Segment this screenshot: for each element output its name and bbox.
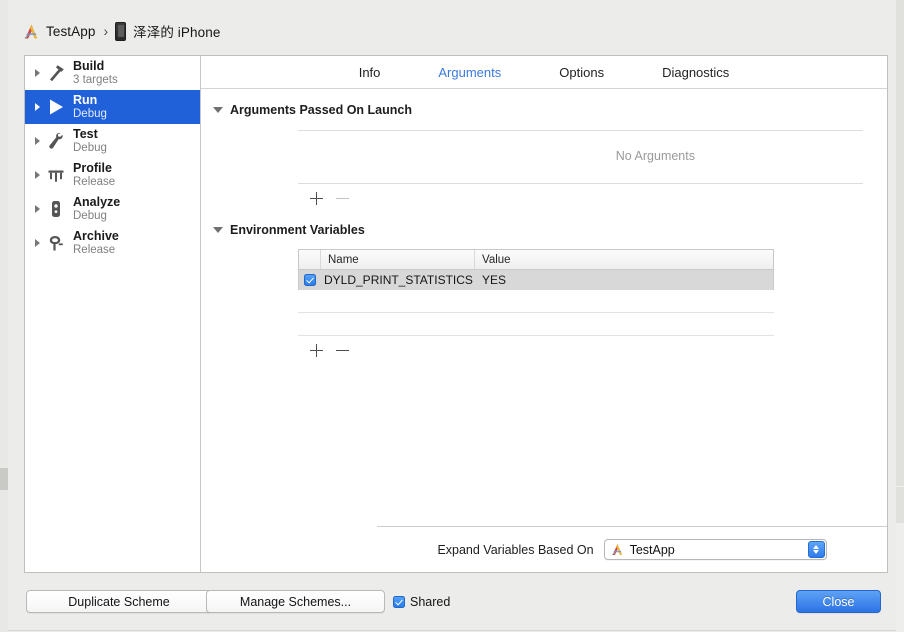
arguments-remove-button [335, 191, 350, 206]
expand-variables-label: Expand Variables Based On [437, 542, 594, 557]
row-value-cell[interactable]: YES [475, 273, 773, 287]
tab-bar: Info Arguments Options Diagnostics [201, 56, 887, 89]
bottom-hairline [8, 630, 896, 631]
shared-label: Shared [410, 594, 451, 609]
environment-table-filler [298, 290, 774, 358]
column-header-name[interactable]: Name [321, 250, 475, 269]
environment-remove-button[interactable] [335, 343, 350, 358]
arguments-add-button[interactable] [309, 191, 324, 206]
chevron-updown-icon[interactable] [807, 541, 825, 558]
environment-add-button[interactable] [309, 343, 324, 358]
table-empty-space [298, 313, 774, 335]
disclosure-triangle-icon[interactable] [35, 69, 40, 77]
scheme-action-sidebar: Build 3 targets Run Debug Test Debug Pro… [25, 56, 201, 572]
environment-section-title: Environment Variables [230, 223, 365, 237]
sidebar-item-run[interactable]: Run Debug [25, 90, 200, 124]
disclosure-triangle-icon[interactable] [35, 103, 40, 111]
expand-variables-value: TestApp [629, 542, 675, 557]
table-row[interactable]: DYLD_PRINT_STATISTICS YES [299, 270, 773, 290]
sidebar-item-title: Analyze [73, 195, 121, 209]
disclosure-triangle-icon[interactable] [35, 137, 40, 145]
sidebar-item-build[interactable]: Build 3 targets [25, 56, 200, 90]
background-window-scrollbar [0, 468, 8, 490]
environment-variables-table: Name Value DYLD_PRINT_STATISTICS YES [298, 249, 774, 290]
duplicate-scheme-button[interactable]: Duplicate Scheme [26, 590, 212, 613]
manage-schemes-button[interactable]: Manage Schemes... [206, 590, 385, 613]
checkbox-checked-icon[interactable] [393, 595, 405, 608]
sidebar-item-subtitle: Debug [73, 210, 107, 223]
environment-add-remove-bar [298, 336, 774, 358]
disclosure-triangle-icon[interactable] [35, 239, 40, 247]
column-header-checkbox [299, 250, 321, 269]
scheme-content-area: Info Arguments Options Diagnostics Argum… [201, 56, 887, 572]
breadcrumb-device-name[interactable]: 泽泽的 iPhone [133, 21, 220, 41]
tab-info[interactable]: Info [355, 65, 385, 80]
scheme-editor-panel: Build 3 targets Run Debug Test Debug Pro… [24, 55, 888, 573]
scheme-editor-sheet: TestApp › 泽泽的 iPhone Build 3 targets Run… [8, 0, 896, 632]
sidebar-item-title: Build [73, 59, 105, 73]
sidebar-item-subtitle: Debug [73, 108, 107, 121]
breadcrumb-separator: › [103, 23, 109, 39]
close-button[interactable]: Close [796, 590, 881, 613]
microscope-icon [46, 198, 66, 220]
row-name-cell[interactable]: DYLD_PRINT_STATISTICS [321, 273, 475, 287]
play-icon [46, 96, 66, 118]
sidebar-item-subtitle: Release [73, 176, 116, 189]
sidebar-item-title: Test [73, 127, 98, 141]
sheet-bottom-bar: Duplicate Scheme Manage Schemes... Share… [8, 576, 896, 632]
environment-section-header[interactable]: Environment Variables [201, 223, 887, 237]
table-empty-space [298, 290, 774, 312]
xcode-app-icon [610, 542, 625, 557]
sidebar-item-subtitle: Debug [73, 142, 107, 155]
breadcrumb-scheme-name[interactable]: TestApp [46, 24, 95, 39]
arguments-add-remove-bar [298, 184, 863, 206]
expand-variables-bar: Expand Variables Based On TestApp [377, 526, 887, 572]
tab-options[interactable]: Options [555, 65, 608, 80]
sidebar-item-analyze[interactable]: Analyze Debug [25, 192, 200, 226]
sidebar-item-archive[interactable]: Archive Release [25, 226, 200, 260]
xcode-app-icon [22, 22, 41, 41]
wrench-icon [46, 130, 66, 152]
tab-arguments[interactable]: Arguments [434, 65, 505, 80]
arguments-section-title: Arguments Passed On Launch [230, 103, 412, 117]
arguments-empty-label: No Arguments [615, 149, 695, 163]
disclosure-triangle-icon[interactable] [213, 227, 223, 233]
sidebar-item-title: Profile [73, 161, 112, 175]
breadcrumb: TestApp › 泽泽的 iPhone [22, 18, 220, 44]
arguments-empty-body: No Arguments [298, 131, 863, 183]
archive-icon [46, 232, 66, 254]
disclosure-triangle-icon[interactable] [35, 205, 40, 213]
tab-diagnostics[interactable]: Diagnostics [658, 65, 733, 80]
sidebar-item-profile[interactable]: Profile Release [25, 158, 200, 192]
checkbox-checked-icon[interactable] [304, 274, 316, 286]
hammer-icon [46, 62, 66, 84]
sidebar-item-subtitle: Release [73, 244, 116, 257]
iphone-icon [115, 21, 127, 41]
row-enabled-checkbox-cell[interactable] [299, 274, 321, 286]
shared-checkbox-group[interactable]: Shared [393, 590, 450, 613]
background-window-right-seg-top [896, 0, 904, 486]
arguments-section-header[interactable]: Arguments Passed On Launch [201, 103, 887, 117]
gauge-icon [46, 164, 66, 186]
sidebar-item-title: Run [73, 93, 98, 107]
background-window-right-seg-mid [896, 487, 904, 523]
arguments-table: No Arguments [298, 130, 863, 206]
column-header-value[interactable]: Value [475, 250, 773, 269]
sidebar-item-title: Archive [73, 229, 119, 243]
disclosure-triangle-icon[interactable] [213, 107, 223, 113]
sidebar-item-test[interactable]: Test Debug [25, 124, 200, 158]
table-header-row: Name Value [299, 250, 773, 270]
sidebar-item-subtitle: 3 targets [73, 74, 118, 87]
expand-variables-popup[interactable]: TestApp [603, 539, 827, 560]
disclosure-triangle-icon[interactable] [35, 171, 40, 179]
